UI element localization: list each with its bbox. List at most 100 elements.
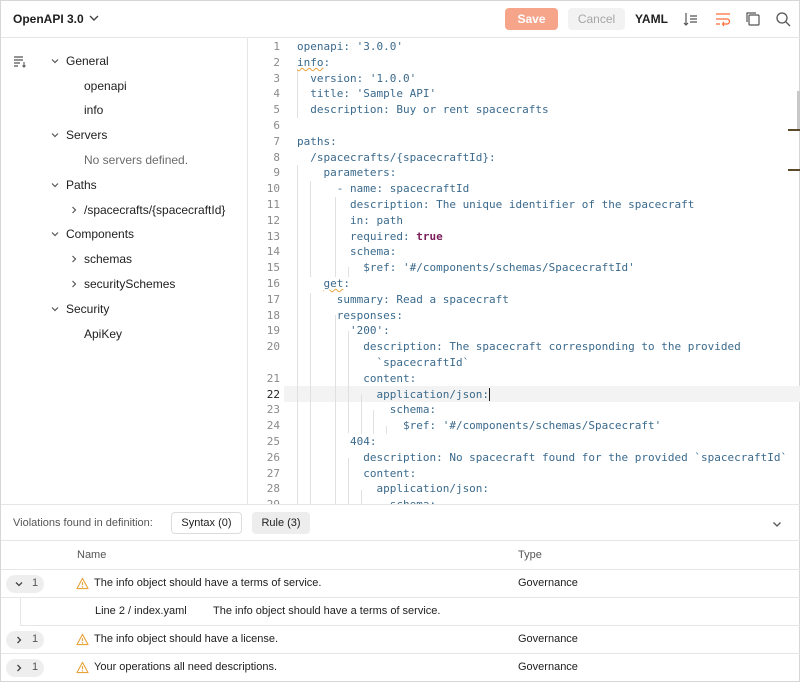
row-count: 1	[32, 633, 39, 645]
violation-type: Governance	[518, 633, 578, 645]
line-number: 3	[273, 71, 280, 85]
line-number: 15	[266, 261, 280, 275]
tree-section-components[interactable]: Components	[1, 224, 247, 244]
text-cursor	[489, 388, 491, 402]
tree-label: /spacecrafts/{spacecraftId}	[84, 203, 226, 217]
code-line[interactable]: description: No spacecraft found for the…	[297, 450, 787, 466]
format-selector[interactable]: YAML	[635, 12, 668, 26]
line-number: 13	[266, 229, 280, 243]
line-number: 26	[266, 450, 280, 464]
violation-type: Governance	[518, 661, 578, 673]
code-text: content:	[297, 466, 417, 480]
code-line[interactable]: '200':	[297, 323, 390, 339]
row-expander[interactable]: 1	[6, 631, 44, 649]
cancel-button[interactable]: Cancel	[568, 8, 625, 30]
api-version-title[interactable]: OpenAPI 3.0	[13, 12, 84, 26]
line-number: 6	[273, 119, 280, 132]
code-line[interactable]: description: The unique identifier of th…	[297, 197, 694, 213]
chevron-down-icon	[51, 307, 59, 312]
code-line[interactable]: title: 'Sample API'	[297, 86, 436, 102]
tree-section-servers[interactable]: Servers	[1, 125, 247, 145]
code-line[interactable]: description: The spacecraft correspondin…	[297, 339, 741, 355]
line-number: 28	[266, 482, 280, 496]
row-count: 1	[32, 661, 39, 673]
code-line[interactable]: `spacecraftId`	[297, 355, 469, 371]
rule-filter-button[interactable]: Rule (3)	[252, 512, 310, 534]
code-line[interactable]: 404:	[297, 434, 377, 450]
violation-name: Your operations all need descriptions.	[94, 661, 278, 673]
tree-item-apikey[interactable]: ApiKey	[1, 324, 247, 344]
code-text: description: The unique identifier of th…	[297, 198, 695, 211]
tree-section-paths[interactable]: Paths	[1, 175, 247, 195]
chevron-right-icon	[72, 206, 77, 214]
syntax-filter-button[interactable]: Syntax (0)	[171, 512, 242, 534]
beautify-icon[interactable]	[682, 10, 700, 28]
code-text: `spacecraftId`	[297, 356, 470, 369]
code-text: summary: Read a spacecraft	[297, 292, 509, 306]
code-line[interactable]: schema:	[297, 244, 396, 260]
code-line[interactable]: content:	[297, 371, 416, 387]
table-row[interactable]: 1 The info object should have a terms of…	[1, 570, 800, 598]
code-line[interactable]: summary: Read a spacecraft	[297, 292, 509, 308]
line-number: 10	[266, 182, 280, 196]
line-number: 1	[273, 40, 280, 53]
code-text: description: Buy or rent spacecrafts	[297, 103, 549, 117]
code-line[interactable]: info:	[297, 55, 330, 71]
chevron-down-icon	[51, 59, 59, 64]
tree-label: openapi	[84, 79, 127, 93]
code-line[interactable]: in: path	[297, 213, 403, 229]
code-line[interactable]: openapi: '3.0.0'	[297, 39, 403, 55]
yaml-editor[interactable]: 1 2 3 4 5 6 7 8 9 10 11 12 13 14 15 16 17 18 19 20 21 22 23 24 2…	[248, 38, 800, 504]
row-count: 1	[32, 577, 39, 589]
line-number	[248, 355, 280, 371]
line-number: 20	[266, 340, 280, 354]
code-line[interactable]: schema:	[297, 497, 436, 504]
table-row[interactable]: 1 Your operations all need descriptions.…	[1, 654, 800, 682]
tree-item-security-schemes[interactable]: securitySchemes	[1, 274, 247, 294]
search-icon[interactable]	[774, 10, 792, 28]
tree-section-general[interactable]: General	[1, 51, 247, 71]
table-row[interactable]: 1 The info object should have a license.…	[1, 626, 800, 654]
code-line[interactable]: responses:	[297, 308, 403, 324]
line-number: 25	[266, 435, 280, 448]
tree-label: Paths	[66, 178, 97, 192]
code-line[interactable]: /spacecrafts/{spacecraftId}:	[297, 150, 495, 166]
code-line[interactable]: get:	[297, 276, 351, 292]
code-line[interactable]: $ref: '#/components/schemas/Spacecraft'	[297, 418, 661, 434]
code-text: $ref: '#/components/schemas/Spacecraft'	[297, 419, 662, 433]
wrap-lines-icon[interactable]	[714, 10, 732, 28]
code-text: - name: spacecraftId	[297, 182, 470, 196]
violations-bar: Violations found in definition: Syntax (…	[1, 504, 800, 541]
chevron-right-icon	[17, 664, 22, 672]
chevron-down-icon[interactable]	[87, 11, 101, 25]
tree-item-info[interactable]: info	[1, 100, 247, 120]
code-line[interactable]: application/json:	[297, 481, 489, 497]
copy-icon[interactable]	[744, 10, 762, 28]
code-text: application/json:	[297, 387, 490, 401]
code-line[interactable]: required: true	[297, 229, 443, 245]
warning-icon	[76, 633, 89, 646]
code-line[interactable]: description: Buy or rent spacecrafts	[297, 102, 549, 118]
code-line[interactable]: content:	[297, 466, 416, 482]
code-text: in: path	[297, 213, 403, 227]
violation-detail-row[interactable]: Line 2 / index.yaml The info object shou…	[20, 598, 800, 626]
save-button[interactable]: Save	[505, 8, 558, 30]
code-text: application/json:	[297, 482, 490, 496]
tree-section-security[interactable]: Security	[1, 299, 247, 319]
line-number: 23	[266, 403, 280, 417]
line-number: 24	[266, 419, 280, 433]
code-line[interactable]: schema:	[297, 402, 436, 418]
code-line[interactable]: $ref: '#/components/schemas/SpacecraftId…	[297, 260, 635, 276]
tree-item-openapi[interactable]: openapi	[1, 76, 247, 96]
code-line[interactable]: parameters:	[297, 165, 396, 181]
tree-item-schemas[interactable]: schemas	[1, 249, 247, 269]
code-line[interactable]: paths:	[297, 134, 337, 150]
code-line[interactable]: - name: spacecraftId	[297, 181, 469, 197]
row-expander[interactable]: 1	[6, 659, 44, 677]
violation-location[interactable]: Line 2 / index.yaml	[95, 605, 187, 617]
chevron-down-icon[interactable]	[771, 518, 783, 530]
code-line[interactable]: application/json:	[297, 387, 491, 403]
code-line[interactable]: version: '1.0.0'	[297, 71, 416, 87]
row-expander[interactable]: 1	[6, 575, 44, 593]
tree-item-path-spacecraft[interactable]: /spacecrafts/{spacecraftId}	[1, 200, 247, 220]
